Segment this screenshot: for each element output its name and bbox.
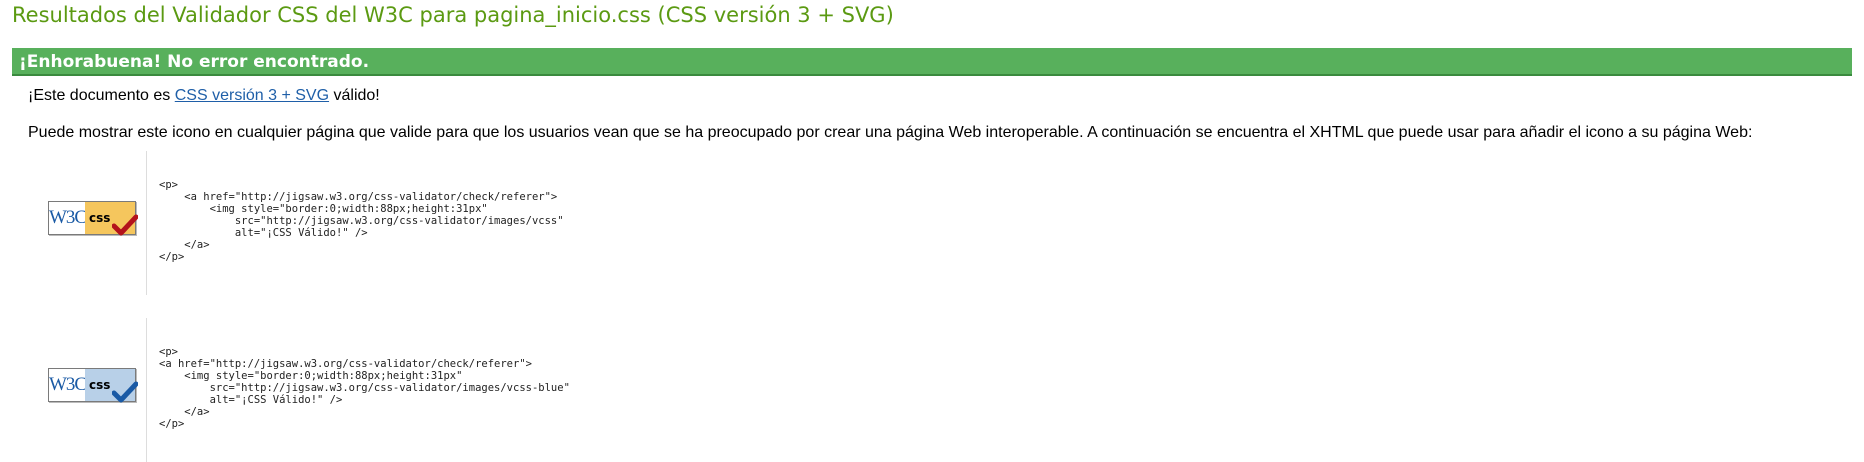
congrats-text: ¡Enhorabuena! No error encontrado. <box>19 52 370 72</box>
badge-gold-wrapper: W3C css <box>48 201 138 236</box>
badge-blue-wrapper: W3C css <box>48 368 138 403</box>
w3c-logo-text: W3C <box>49 202 87 234</box>
code-snippet-blue: <p> <a href="http://jigsaw.w3.org/css-va… <box>146 318 570 462</box>
w3c-css-badge-gold[interactable]: W3C css <box>48 201 138 236</box>
validity-suffix: válido! <box>329 87 380 104</box>
page-title: Resultados del Validador CSS del W3C par… <box>12 3 894 27</box>
code-text: <p> <a href="http://jigsaw.w3.org/css-va… <box>159 346 570 430</box>
congrats-banner: ¡Enhorabuena! No error encontrado. <box>12 48 1852 76</box>
w3c-logo-text: W3C <box>49 369 87 401</box>
check-icon <box>112 381 138 403</box>
css-version-link[interactable]: CSS versión 3 + SVG <box>175 87 329 104</box>
validity-prefix: ¡Este documento es <box>28 87 175 104</box>
validity-statement: ¡Este documento es CSS versión 3 + SVG v… <box>28 87 380 105</box>
info-text: Puede mostrar este icono en cualquier pá… <box>28 124 1753 141</box>
check-icon <box>112 214 138 236</box>
code-text: <p> <a href="http://jigsaw.w3.org/css-va… <box>159 179 564 263</box>
code-snippet-gold: <p> <a href="http://jigsaw.w3.org/css-va… <box>146 151 564 295</box>
w3c-css-badge-blue[interactable]: W3C css <box>48 368 138 403</box>
